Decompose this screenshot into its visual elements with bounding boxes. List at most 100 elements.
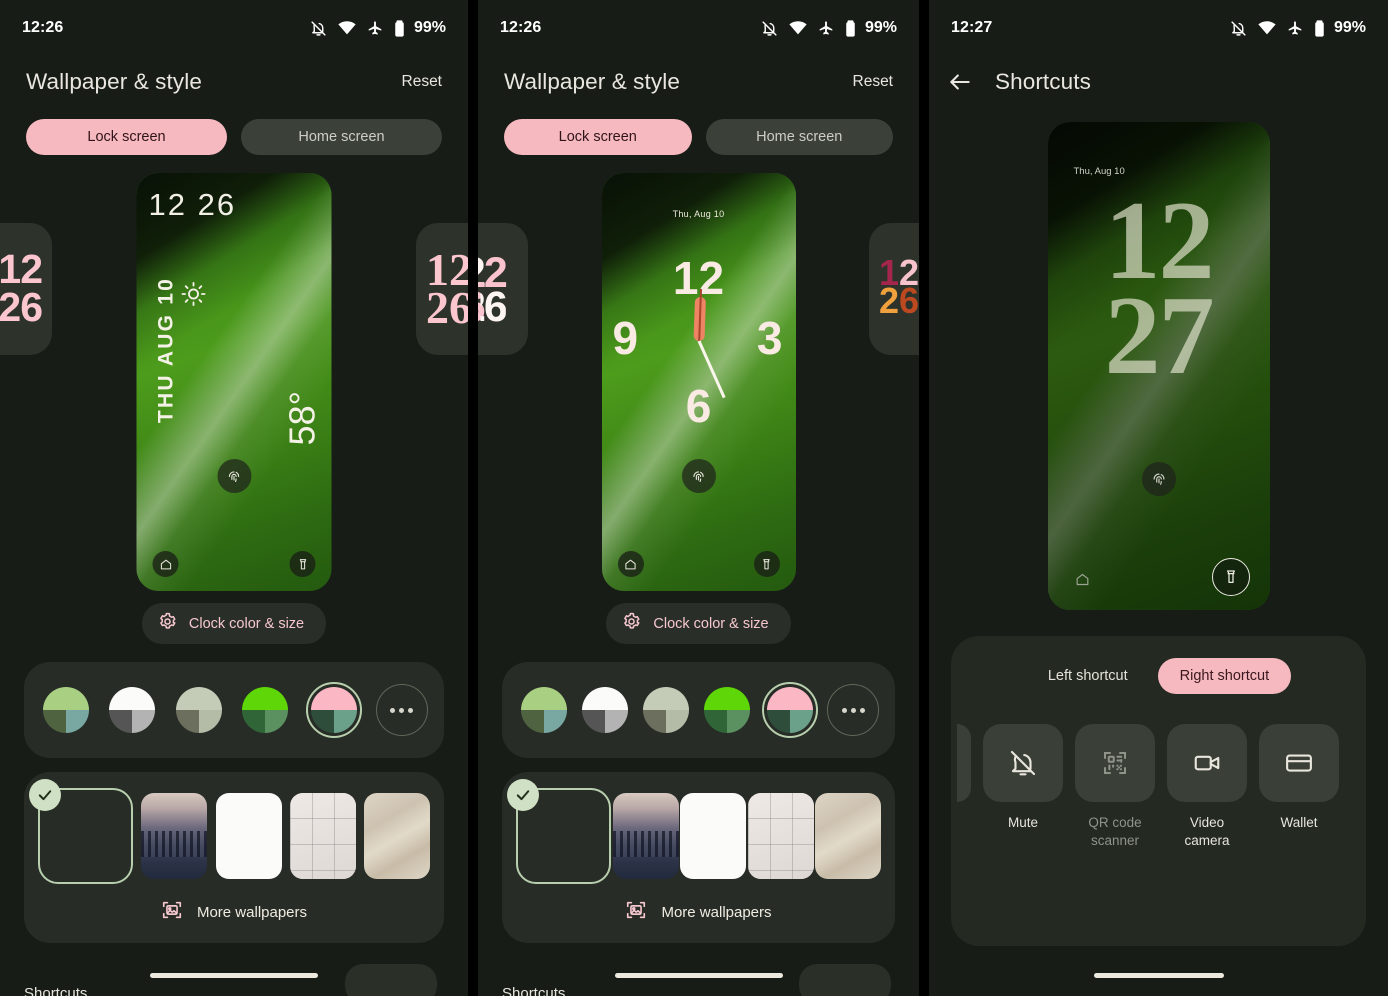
analog-numeral-9: 9 — [612, 311, 639, 364]
color-swatch-4-selected[interactable] — [305, 682, 362, 738]
wallpaper-row — [29, 779, 430, 884]
color-swatch-1[interactable] — [579, 684, 631, 736]
battery-percent: 99% — [413, 19, 446, 36]
tab-lock-screen[interactable]: Lock screen — [26, 119, 227, 155]
screen-mode-tabs: Lock screen Home screen — [0, 102, 468, 155]
color-swatch-0[interactable] — [40, 684, 92, 736]
page-title: Wallpaper & style — [26, 69, 202, 94]
color-swatch-2[interactable] — [640, 684, 692, 736]
flashlight-shortcut-icon[interactable] — [289, 551, 316, 577]
lock-screen-preview[interactable]: 12 26 THU AUG 10 58° — [136, 173, 332, 591]
clock-style-prev-card[interactable]: 12 26 — [0, 223, 52, 355]
tab-left-shortcut[interactable]: Left shortcut — [1026, 658, 1150, 694]
wallpaper-option-city[interactable] — [612, 793, 679, 879]
bell-muted-icon — [1231, 20, 1246, 36]
gesture-bar[interactable] — [150, 973, 318, 978]
gear-icon — [622, 612, 641, 635]
shortcut-side-tabs: Left shortcut Right shortcut — [951, 658, 1366, 694]
lock-screen-preview[interactable]: Thu, Aug 10 12 3 6 9 — [601, 173, 796, 591]
bell-muted-icon — [983, 724, 1063, 802]
tab-lock-screen[interactable]: Lock screen — [504, 119, 692, 155]
clock-color-size-label: Clock color & size — [188, 615, 305, 632]
home-shortcut-icon[interactable] — [152, 551, 179, 577]
clock-style-carousel: 12 12 26 26 1 2 2 6 Thu, Aug 10 — [478, 173, 919, 593]
analog-clock: 12 3 6 9 — [613, 255, 783, 429]
tab-home-screen[interactable]: Home screen — [241, 119, 442, 155]
lock-screen-preview[interactable]: Thu, Aug 10 12 27 — [1047, 122, 1270, 610]
bell-muted-icon — [762, 20, 777, 36]
color-swatch-1[interactable] — [106, 684, 158, 736]
preview-clock: 12 27 — [1048, 185, 1270, 392]
wallpaper-row — [507, 779, 881, 884]
qr-code-icon — [1075, 724, 1155, 802]
image-frame-icon — [161, 899, 183, 925]
wallpaper-option-collage[interactable] — [747, 793, 814, 879]
shortcut-option-peek[interactable] — [957, 724, 971, 802]
prev-clock-minutes-overlay: 26 — [480, 283, 506, 331]
shortcuts-section-label: Shortcuts — [502, 985, 566, 996]
clock-style-prev-card[interactable]: 12 12 26 26 — [478, 223, 528, 355]
fingerprint-icon — [681, 459, 716, 493]
next-clock-digit-4: 6 — [899, 280, 919, 321]
clock-color-size-button[interactable]: Clock color & size — [606, 603, 791, 644]
color-swatch-3[interactable] — [701, 684, 753, 736]
panel-divider-2 — [919, 0, 929, 996]
home-shortcut-icon[interactable] — [617, 551, 644, 577]
more-colors-button[interactable] — [827, 684, 879, 736]
wallpaper-option-skin[interactable] — [364, 793, 430, 879]
tab-home-screen[interactable]: Home screen — [705, 119, 893, 155]
flashlight-shortcut-icon[interactable] — [1211, 558, 1250, 596]
wallpaper-option-collage[interactable] — [289, 793, 356, 879]
shortcut-option-label: Mute — [1007, 815, 1038, 830]
color-swatch-4-selected[interactable] — [762, 682, 818, 738]
next-clock-digit-3: 2 — [879, 280, 900, 321]
wifi-icon — [1258, 21, 1276, 35]
bottom-peek-card[interactable] — [799, 964, 891, 996]
reset-button[interactable]: Reset — [853, 73, 894, 91]
more-colors-button[interactable] — [375, 684, 428, 736]
wifi-icon — [338, 21, 356, 35]
wallpaper-option-skin[interactable] — [815, 793, 881, 879]
bottom-peek-card[interactable] — [345, 964, 437, 996]
app-header: Wallpaper & style Reset — [478, 56, 919, 102]
color-swatch-0[interactable] — [518, 684, 570, 736]
shortcut-option-video-camera[interactable]: Video camera — [1167, 724, 1247, 849]
tab-right-shortcut[interactable]: Right shortcut — [1157, 658, 1292, 694]
preview-clock: 12 26 — [148, 187, 237, 222]
wallpaper-option-city[interactable] — [141, 793, 208, 879]
page-title: Shortcuts — [995, 69, 1091, 94]
clock-color-size-button[interactable]: Clock color & size — [141, 603, 327, 644]
status-bar: 12:26 99% — [0, 0, 468, 56]
shortcut-option-qr-code-scanner[interactable]: QR code scanner — [1075, 724, 1155, 849]
gesture-bar[interactable] — [1093, 973, 1224, 978]
shortcut-option-label: QR code scanner — [1088, 815, 1142, 848]
app-header: Shortcuts — [929, 56, 1388, 102]
analog-numeral-3: 3 — [756, 311, 783, 364]
shortcut-option-wallet[interactable]: Wallet — [1259, 724, 1339, 832]
color-swatch-2[interactable] — [173, 684, 225, 736]
more-wallpapers-button[interactable]: More wallpapers — [516, 899, 881, 931]
clock-settings-row: Clock color & size — [0, 603, 468, 644]
color-swatch-3[interactable] — [239, 684, 291, 736]
wallpaper-option-white[interactable] — [680, 793, 746, 879]
shortcut-option-mute[interactable]: Mute — [983, 724, 1063, 832]
clock-style-next-card[interactable]: 12 26 — [416, 223, 468, 355]
flashlight-shortcut-icon[interactable] — [753, 551, 780, 577]
app-header: Wallpaper & style Reset — [0, 56, 468, 102]
wallpaper-option-white[interactable] — [215, 793, 282, 879]
wallpaper-option-leaf-selected[interactable] — [29, 779, 133, 884]
screenshot-stage: 12:26 99% Wallpaper & style Reset Lock s… — [0, 0, 1388, 996]
clock-style-next-card[interactable]: 1 2 2 6 — [869, 223, 919, 355]
preview-overlay: 12 26 THU AUG 10 58° — [137, 173, 332, 591]
home-shortcut-icon[interactable] — [1070, 566, 1096, 592]
back-arrow-icon[interactable] — [947, 69, 973, 95]
status-bar: 12:26 99% — [478, 0, 919, 56]
lock-screen-clock-panel: 12:26 99% Wallpaper & style Reset Lock s… — [0, 0, 468, 996]
gear-icon — [158, 612, 177, 635]
reset-button[interactable]: Reset — [402, 73, 443, 91]
clock-settings-row: Clock color & size — [478, 603, 919, 644]
more-wallpapers-button[interactable]: More wallpapers — [38, 899, 430, 931]
gesture-bar[interactable] — [614, 973, 783, 978]
color-swatch-card — [502, 662, 895, 758]
wallpaper-option-leaf-selected[interactable] — [507, 779, 611, 884]
